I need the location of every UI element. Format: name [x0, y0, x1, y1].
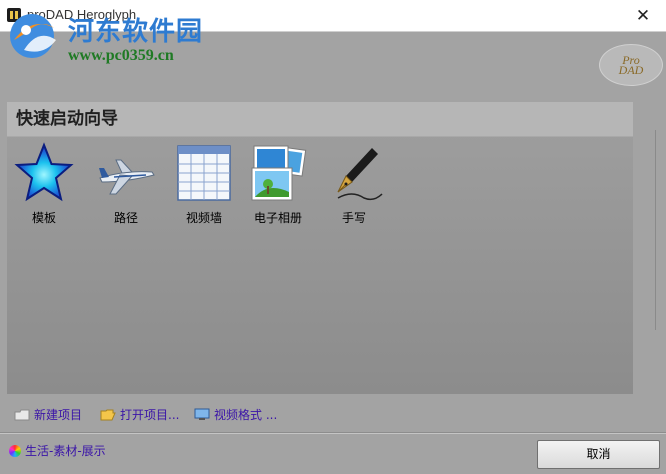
quick-start-panel: 快速启动向导 模板 路径 视频墙 电子相册 手写 [7, 102, 633, 394]
star-icon [14, 142, 74, 202]
wizard-item-label: 电子相册 [253, 211, 302, 225]
close-icon: ✕ [635, 5, 651, 26]
open-project-label: 打开项目... [120, 408, 180, 422]
prodad-logo: Pro DAD [599, 44, 663, 86]
pen-nib-icon [337, 148, 383, 201]
gallery-link[interactable]: 生活-素材-展示 [9, 442, 106, 459]
close-button[interactable]: ✕ [620, 0, 666, 31]
prodad-logo-text-2: DAD [618, 63, 644, 77]
open-folder-icon [100, 409, 116, 420]
watermark-title: 河东软件园 [68, 17, 204, 47]
new-project-label: 新建项目 [34, 408, 83, 422]
gallery-link-label: 生活-素材-展示 [25, 444, 106, 458]
panel-heading: 快速启动向导 [7, 102, 633, 137]
wizard-item-label: 手写 [341, 211, 366, 225]
wizard-item-label: 视频墙 [185, 211, 222, 225]
video-format-link[interactable]: 视频格式 ... [194, 406, 277, 423]
new-project-link[interactable]: 新建项目 [14, 406, 82, 423]
monitor-icon [194, 408, 210, 420]
photo-album-icon [251, 145, 307, 201]
video-format-label: 视频格式 ... [214, 408, 278, 422]
wizard-item-label: 模板 [31, 211, 56, 225]
wizard-item-video-wall[interactable]: 视频墙 [169, 142, 239, 226]
wizard-item-template[interactable]: 模板 [9, 142, 79, 226]
wizard-item-label: 路径 [113, 211, 138, 225]
wizard-item-path[interactable]: 路径 [91, 142, 161, 226]
grid-table-icon [177, 145, 231, 201]
footer-divider-highlight [0, 433, 666, 434]
wizard-item-handwriting[interactable]: 手写 [319, 142, 389, 226]
color-wheel-icon [9, 444, 21, 457]
watermark-url: www.pc0359.cn [68, 47, 174, 64]
airplane-icon [99, 159, 155, 195]
cancel-button[interactable]: 取消 [537, 440, 660, 469]
open-project-link[interactable]: 打开项目... [100, 406, 179, 423]
wizard-item-photo-album[interactable]: 电子相册 [243, 142, 313, 226]
new-folder-icon [14, 409, 30, 420]
wizard-items: 模板 路径 视频墙 电子相册 手写 [7, 142, 633, 232]
watermark-logo-icon [10, 14, 56, 58]
window-edge [655, 130, 664, 330]
